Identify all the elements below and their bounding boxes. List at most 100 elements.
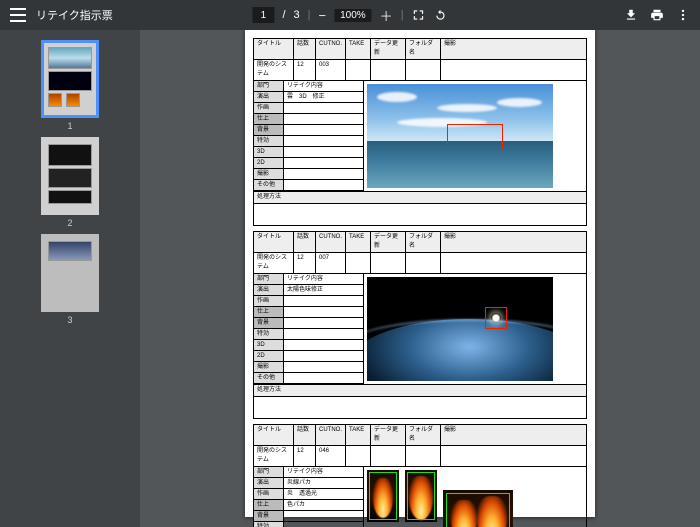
method-body [254,203,586,225]
header-row: タイトル 話数 CUTNO. TAKE データ更新 フォルダ名 撮影 [254,232,586,253]
zoom-out-button[interactable]: − [319,8,327,23]
thumb-label: 1 [67,121,72,131]
sa-label: 撮影 [441,232,586,252]
cut-value: 007 [316,253,346,273]
lbl-d2: 2D [254,351,284,361]
wa-value: 12 [294,60,316,80]
method-label: 処理方法 [254,384,586,396]
green-annotation [407,472,435,520]
row-saku: 作画 [254,103,363,114]
take-label: TAKE [346,39,371,59]
method-label: 処理方法 [254,191,586,203]
val-satsu [284,169,363,179]
val-dept: リテイク内容 [284,274,363,284]
preview-ocean [367,84,553,188]
preview-area [364,467,586,527]
page-total: 3 [294,9,300,21]
title-label: タイトル [254,39,294,59]
val-d3 [284,340,363,350]
lbl-director: 演出 [254,92,284,102]
row-shi: 仕上 [254,307,363,318]
lbl-hai: 背景 [254,511,284,521]
lbl-other: その他 [254,373,284,383]
lbl-director: 演出 [254,478,284,488]
preview-earth [367,277,553,381]
val-other [284,180,363,190]
val-satsu [284,362,363,372]
thumbnail-1[interactable] [41,40,99,118]
lbl-shi: 仕上 [254,307,284,317]
lbl-shi: 仕上 [254,114,284,124]
data-label: データ更新 [371,425,406,445]
fit-page-icon[interactable] [412,8,426,22]
green-annotation [369,472,397,520]
title-label: タイトル [254,232,294,252]
row-d3: 3D [254,147,363,158]
header-row: タイトル 話数 CUTNO. TAKE データ更新 フォルダ名 撮影 [254,425,586,446]
row-dept: 部門 リテイク内容 [254,467,363,478]
val-d2 [284,351,363,361]
sa-label: 撮影 [441,425,586,445]
red-annotation [485,307,507,329]
title-value: 開発のシステム [254,446,294,466]
row-d2: 2D [254,158,363,169]
red-annotation [447,124,503,150]
val-hai [284,511,363,521]
cut-label: CUTNO. [316,39,346,59]
thumbnail-2[interactable] [41,137,99,215]
val-director: 太陽色味修正 [284,285,363,295]
lbl-other: その他 [254,180,284,190]
data-label: データ更新 [371,232,406,252]
retake-sheet: タイトル 話数 CUTNO. TAKE データ更新 フォルダ名 撮影 開発のシス… [253,424,587,527]
row-director: 演出 太陽色味修正 [254,285,363,296]
row-toku: 特効 [254,329,363,340]
row-director: 演出 雲 3D 修正 [254,92,363,103]
pdf-page: タイトル 話数 CUTNO. TAKE データ更新 フォルダ名 撮影 開発のシス… [245,30,595,517]
page-sep: / [282,9,285,21]
zoom-in-button[interactable]: ＋ [380,6,393,25]
val-d2 [284,158,363,168]
cut-value: 046 [316,446,346,466]
row-dept: 部門 リテイク内容 [254,81,363,92]
row-hai: 背景 [254,125,363,136]
row-toku: 特効 [254,136,363,147]
val-dept: リテイク内容 [284,81,363,91]
val-hai [284,318,363,328]
thumbnail-sidebar: 1 2 3 [0,30,140,527]
wa-label: 話数 [294,39,316,59]
lbl-dept: 部門 [254,467,284,477]
preview-area [364,274,586,384]
left-column: 部門 リテイク内容 演出 炎線パカ 作画 炎 透過光 仕上 色パカ 背景 特効 … [254,467,364,527]
preview-area [364,81,586,191]
folder-label: フォルダ名 [406,39,441,59]
val-shi: 色パカ [284,500,363,510]
val-saku: 炎 透過光 [284,489,363,499]
row-dept: 部門 リテイク内容 [254,274,363,285]
lbl-saku: 作画 [254,296,284,306]
menu-icon[interactable] [10,8,26,22]
document-viewer[interactable]: タイトル 話数 CUTNO. TAKE データ更新 フォルダ名 撮影 開発のシス… [140,30,700,527]
lbl-toku: 特効 [254,522,284,527]
header-values: 開発のシステム 12 003 [254,60,586,81]
left-column: 部門 リテイク内容 演出 太陽色味修正 作画 仕上 背景 特効 3D 2D 撮影… [254,274,364,384]
retake-sheet: タイトル 話数 CUTNO. TAKE データ更新 フォルダ名 撮影 開発のシス… [253,231,587,419]
wa-label: 話数 [294,232,316,252]
print-icon[interactable] [650,8,664,22]
download-icon[interactable] [624,8,638,22]
row-toku: 特効 [254,522,363,527]
folder-label: フォルダ名 [406,232,441,252]
row-shi: 仕上 [254,114,363,125]
data-label: データ更新 [371,39,406,59]
thumbnail-3[interactable] [41,234,99,312]
val-shi [284,114,363,124]
more-icon[interactable] [676,8,690,22]
rotate-icon[interactable] [434,8,448,22]
row-saku: 作画 [254,296,363,307]
title-label: タイトル [254,425,294,445]
title-value: 開発のシステム [254,253,294,273]
pdf-toolbar: リテイク指示票 / 3 | − 100% ＋ | [0,0,700,30]
val-shi [284,307,363,317]
page-input[interactable] [252,7,274,23]
row-satsu: 撮影 [254,362,363,373]
lbl-d3: 3D [254,340,284,350]
